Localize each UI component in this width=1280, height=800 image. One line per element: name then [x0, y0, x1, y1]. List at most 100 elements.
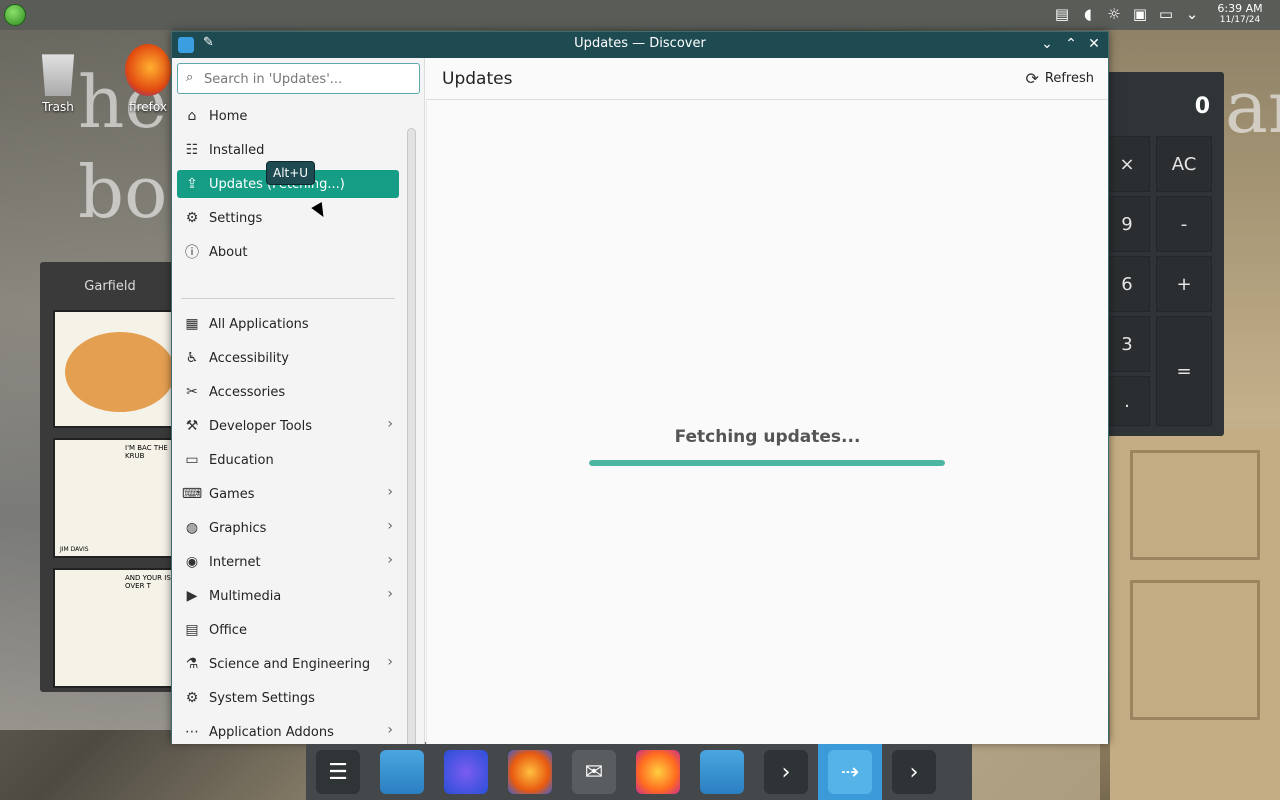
calc-button[interactable]: AC: [1156, 136, 1212, 192]
page-header: Updates ⟳ Refresh: [426, 58, 1108, 100]
comic-panel: I'M BAC THE KRUB JIM DAVIS: [53, 438, 180, 558]
close-button[interactable]: ✕: [1085, 35, 1103, 53]
display-icon[interactable]: ▭: [1158, 5, 1174, 23]
refresh-label: Refresh: [1044, 71, 1094, 86]
system-settings-icon: ☰: [316, 750, 360, 794]
firefox-icon: [125, 44, 171, 96]
sidebar-category-developer-tools[interactable]: ⚒ Developer Tools ›: [177, 412, 399, 440]
task-discover[interactable]: ⇢: [818, 744, 882, 800]
sidebar-category-office[interactable]: ▤ Office: [177, 616, 399, 644]
office-icon: ▤: [185, 622, 199, 638]
sidebar-item-label: Accessories: [209, 384, 286, 400]
chevron-down-icon[interactable]: ⌄: [1184, 5, 1200, 23]
flask-icon: ⚗: [185, 656, 199, 672]
progress-fill: [589, 460, 945, 466]
calc-button[interactable]: 9: [1104, 196, 1150, 252]
maximize-button[interactable]: ⌃: [1062, 35, 1080, 53]
sidebar-category-accessories[interactable]: ✂ Accessories: [177, 378, 399, 406]
addons-icon: ⋯: [185, 724, 199, 740]
fetch-progress-bar: [589, 460, 945, 466]
search-input[interactable]: [204, 69, 409, 89]
globe-icon: ◉: [185, 554, 199, 570]
sidebar-category-graphics[interactable]: ◍ Graphics ›: [177, 514, 399, 542]
system-tray: ▤ ◖ ☼ ▣ ▭ ⌄: [1054, 5, 1200, 23]
clipboard-icon[interactable]: ▤: [1054, 5, 1070, 23]
sidebar-scrollbar[interactable]: [407, 128, 416, 744]
terminal-icon: ›: [764, 750, 808, 794]
calc-button[interactable]: 3: [1104, 316, 1150, 372]
gamepad-icon: ⌨: [181, 486, 203, 502]
calc-button[interactable]: .: [1104, 376, 1150, 426]
sidebar-category-internet[interactable]: ◉ Internet ›: [177, 548, 399, 576]
volume-muted-icon[interactable]: ◖: [1080, 5, 1096, 23]
accessories-icon: ✂: [186, 384, 198, 400]
sidebar-item-about[interactable]: ⓘ About: [177, 238, 399, 266]
sidebar-category-games[interactable]: ⌨ Games ›: [177, 480, 399, 508]
discover-window: ✎ Updates — Discover ⌄ ⌃ ✕ ⌕ ⌂ Home ☷ In…: [171, 31, 1109, 744]
sidebar-category-all-applications[interactable]: ▦ All Applications: [177, 310, 399, 338]
task-firefox-developer[interactable]: [434, 744, 498, 800]
firefox-nightly-icon: [636, 750, 680, 794]
search-icon: ⌕: [186, 70, 194, 85]
fetching-status: Fetching updates...: [674, 427, 861, 447]
app-launcher-icon[interactable]: [4, 4, 26, 26]
sidebar-category-accessibility[interactable]: ♿ Accessibility: [177, 344, 399, 372]
calc-button[interactable]: 6: [1104, 256, 1150, 312]
sidebar-item-label: Application Addons: [209, 724, 334, 740]
trash-icon: [41, 54, 75, 96]
home-icon: ⌂: [187, 108, 197, 124]
calculator-widget: 0 × AC 9 - 6 + 3 = .: [1100, 72, 1224, 436]
sidebar-item-label: Office: [209, 622, 247, 638]
sidebar-category-application-addons[interactable]: ⋯ Application Addons ›: [177, 718, 399, 744]
calc-button[interactable]: ×: [1104, 136, 1150, 192]
file-manager-icon: [700, 750, 744, 794]
brightness-icon[interactable]: ☼: [1106, 5, 1122, 23]
sidebar-item-installed[interactable]: ☷ Installed: [177, 136, 399, 164]
refresh-button[interactable]: ⟳ Refresh: [1026, 69, 1095, 88]
calc-button[interactable]: -: [1156, 196, 1212, 252]
task-system-settings[interactable]: ☰: [306, 744, 370, 800]
sidebar-item-label: Multimedia: [209, 588, 282, 604]
multimedia-icon: ▶: [186, 588, 198, 604]
desktop-icon-firefox[interactable]: firefox: [118, 44, 178, 114]
sidebar-item-settings[interactable]: ⚙ Settings: [177, 204, 399, 232]
sidebar-item-label: All Applications: [209, 316, 309, 332]
widget-title: Garfield: [84, 279, 136, 294]
sidebar-category-science-and-engineering[interactable]: ⚗ Science and Engineering ›: [177, 650, 399, 678]
task-firefox-nightly[interactable]: [626, 744, 690, 800]
sidebar-category-education[interactable]: ▭ Education: [177, 446, 399, 474]
task-file-manager-2[interactable]: [690, 744, 754, 800]
sidebar-item-label: Games: [209, 486, 255, 502]
task-terminal-2[interactable]: ›: [882, 744, 946, 800]
updates-body: Fetching updates...: [426, 101, 1108, 744]
chevron-right-icon: ›: [387, 654, 393, 670]
sidebar-item-label: Installed: [209, 142, 265, 158]
save-icon[interactable]: ▣: [1132, 5, 1148, 23]
sidebar-item-label: Developer Tools: [209, 418, 313, 434]
clock[interactable]: 6:39 AM 11/17/24: [1208, 2, 1272, 26]
sidebar-item-label: Education: [209, 452, 274, 468]
calc-button[interactable]: =: [1156, 316, 1212, 426]
calc-button[interactable]: +: [1156, 256, 1212, 312]
task-terminal[interactable]: ›: [754, 744, 818, 800]
task-file-manager[interactable]: [370, 744, 434, 800]
desktop-icon-trash[interactable]: Trash: [28, 44, 88, 114]
sidebar-item-label: Internet: [209, 554, 261, 570]
task-firefox[interactable]: [498, 744, 562, 800]
firefox-icon: [508, 750, 552, 794]
sidebar-category-system-settings[interactable]: ⚙ System Settings: [177, 684, 399, 712]
minimize-button[interactable]: ⌄: [1038, 35, 1056, 53]
search-field[interactable]: ⌕: [177, 63, 420, 94]
sidebar-item-label: Graphics: [209, 520, 267, 536]
sidebar-category-multimedia[interactable]: ▶ Multimedia ›: [177, 582, 399, 610]
window-titlebar[interactable]: ✎ Updates — Discover ⌄ ⌃ ✕: [172, 32, 1108, 58]
task-mail[interactable]: ✉: [562, 744, 626, 800]
chevron-right-icon: ›: [387, 518, 393, 534]
file-manager-icon: [380, 750, 424, 794]
shortcut-tooltip: Alt+U: [266, 161, 316, 185]
sidebar-item-home[interactable]: ⌂ Home: [177, 102, 399, 130]
desktop-icon-label: firefox: [129, 100, 167, 114]
chevron-right-icon: ›: [387, 484, 393, 500]
update-icon: ⇪: [186, 176, 198, 192]
desktop-icon-label: Trash: [42, 100, 74, 114]
